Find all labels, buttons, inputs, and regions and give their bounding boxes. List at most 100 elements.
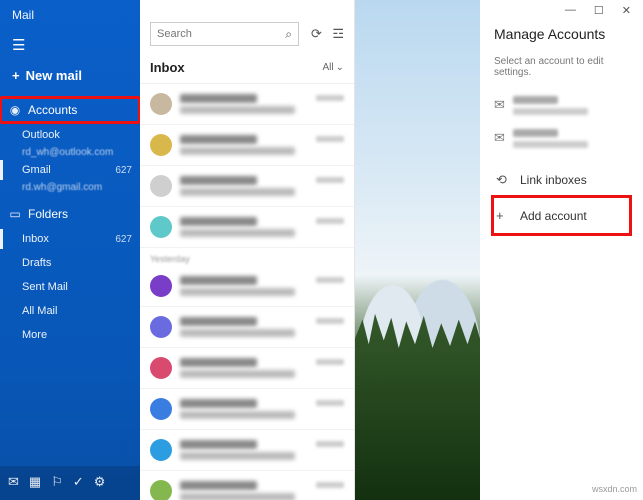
close-button[interactable]: ✕ <box>622 4 631 20</box>
message-pane: ⌕ ⟳ ☲ Inbox All ⌄ Yesterday <box>140 0 355 500</box>
settings-icon[interactable]: ⚙ <box>94 474 106 490</box>
message-date <box>316 277 344 283</box>
filter-dropdown[interactable]: All ⌄ <box>322 62 344 73</box>
select-icon[interactable]: ☲ <box>332 26 344 41</box>
message-preview <box>180 132 308 158</box>
chevron-down-icon: ⌄ <box>336 62 344 73</box>
message-preview <box>180 396 308 422</box>
plus-icon: + <box>12 68 20 83</box>
calendar-icon[interactable]: ▦ <box>29 474 41 490</box>
message-row[interactable] <box>140 207 354 248</box>
message-row[interactable] <box>140 125 354 166</box>
avatar <box>150 93 172 115</box>
sidebar-account-2[interactable]: Gmail 627 <box>0 158 140 182</box>
message-preview <box>180 91 308 117</box>
message-preview <box>180 273 308 299</box>
folder-sent-label: Sent Mail <box>22 281 68 293</box>
folder-inbox-count: 627 <box>115 234 132 245</box>
message-date <box>316 441 344 447</box>
message-preview <box>180 355 308 381</box>
watermark: wsxdn.com <box>592 484 637 494</box>
message-date <box>316 359 344 365</box>
account2-name: Gmail <box>22 164 51 176</box>
message-row[interactable] <box>140 348 354 389</box>
message-row[interactable] <box>140 471 354 500</box>
sidebar-account-1[interactable]: Outlook <box>0 123 140 147</box>
message-date <box>316 482 344 488</box>
panel-account-2[interactable]: ✉ <box>494 129 629 148</box>
folder-inbox-label: Inbox <box>22 233 49 245</box>
message-date <box>316 136 344 142</box>
sidebar: Mail ☰ + New mail ◉ Accounts Outlook rd_… <box>0 0 140 500</box>
list-header: Inbox All ⌄ <box>140 52 354 84</box>
message-preview <box>180 437 308 463</box>
minimize-button[interactable]: — <box>565 4 576 20</box>
message-preview <box>180 173 308 199</box>
panel-title: Manage Accounts <box>494 26 629 42</box>
list-header-title: Inbox <box>150 60 185 75</box>
folder-drafts-label: Drafts <box>22 257 51 269</box>
message-row[interactable] <box>140 84 354 125</box>
new-mail-label: New mail <box>26 68 82 83</box>
message-row[interactable] <box>140 266 354 307</box>
account1-email: rd_wh@outlook.com <box>0 147 140 158</box>
message-date <box>316 177 344 183</box>
message-row[interactable] <box>140 389 354 430</box>
folder-allmail-label: All Mail <box>22 305 57 317</box>
avatar <box>150 398 172 420</box>
mail-icon[interactable]: ✉ <box>8 474 19 490</box>
message-row[interactable] <box>140 307 354 348</box>
avatar <box>150 439 172 461</box>
avatar <box>150 316 172 338</box>
app-name: Mail <box>10 8 130 22</box>
add-account-button[interactable]: + Add account <box>494 198 629 233</box>
message-list[interactable]: Yesterday <box>140 84 354 500</box>
message-preview <box>180 214 308 240</box>
avatar <box>150 216 172 238</box>
link-inboxes-label: Link inboxes <box>520 173 587 187</box>
panel-account-2-text <box>513 129 588 148</box>
todo-icon[interactable]: ✓ <box>73 474 84 490</box>
sidebar-bottom-bar: ✉ ▦ ⚐ ✓ ⚙ <box>0 466 140 500</box>
avatar <box>150 480 172 500</box>
panel-account-1[interactable]: ✉ <box>494 96 629 115</box>
list-toolbar: ⟳ ☲ <box>305 25 344 43</box>
desktop-wallpaper <box>355 0 480 500</box>
avatar <box>150 275 172 297</box>
hamburger-icon[interactable]: ☰ <box>10 36 130 54</box>
group-header: Yesterday <box>140 248 354 266</box>
panel-account-1-text <box>513 96 588 115</box>
sidebar-item-accounts[interactable]: ◉ Accounts <box>0 97 140 123</box>
search-input[interactable] <box>157 28 285 40</box>
person-icon: ◉ <box>8 103 22 117</box>
avatar <box>150 175 172 197</box>
maximize-button[interactable]: ☐ <box>594 4 604 20</box>
people-icon[interactable]: ⚐ <box>51 474 63 490</box>
avatar <box>150 134 172 156</box>
folder-icon: ▭ <box>8 207 22 221</box>
add-account-label: Add account <box>520 209 587 223</box>
sidebar-folder-drafts[interactable]: Drafts <box>0 251 140 275</box>
sidebar-folder-inbox[interactable]: Inbox 627 <box>0 227 140 251</box>
filter-label: All <box>322 62 333 73</box>
refresh-icon[interactable]: ⟳ <box>311 26 322 41</box>
sidebar-folder-sent[interactable]: Sent Mail <box>0 275 140 299</box>
search-icon[interactable]: ⌕ <box>285 27 292 42</box>
link-inboxes-button[interactable]: ⟲ Link inboxes <box>494 162 629 198</box>
manage-accounts-panel: Manage Accounts Select an account to edi… <box>480 0 643 500</box>
message-row[interactable] <box>140 166 354 207</box>
sidebar-folder-allmail[interactable]: All Mail <box>0 299 140 323</box>
message-preview <box>180 478 308 500</box>
panel-hint: Select an account to edit settings. <box>494 56 629 78</box>
message-date <box>316 218 344 224</box>
search-box[interactable]: ⌕ <box>150 22 299 46</box>
account1-name: Outlook <box>22 129 60 141</box>
mail-icon: ✉ <box>494 97 505 113</box>
message-row[interactable] <box>140 430 354 471</box>
account2-email: rd.wh@gmail.com <box>0 182 140 193</box>
sidebar-item-folders[interactable]: ▭ Folders <box>0 201 140 227</box>
message-date <box>316 400 344 406</box>
account2-count: 627 <box>115 165 132 176</box>
sidebar-folder-more[interactable]: More <box>0 323 140 347</box>
new-mail-button[interactable]: + New mail <box>10 68 130 83</box>
